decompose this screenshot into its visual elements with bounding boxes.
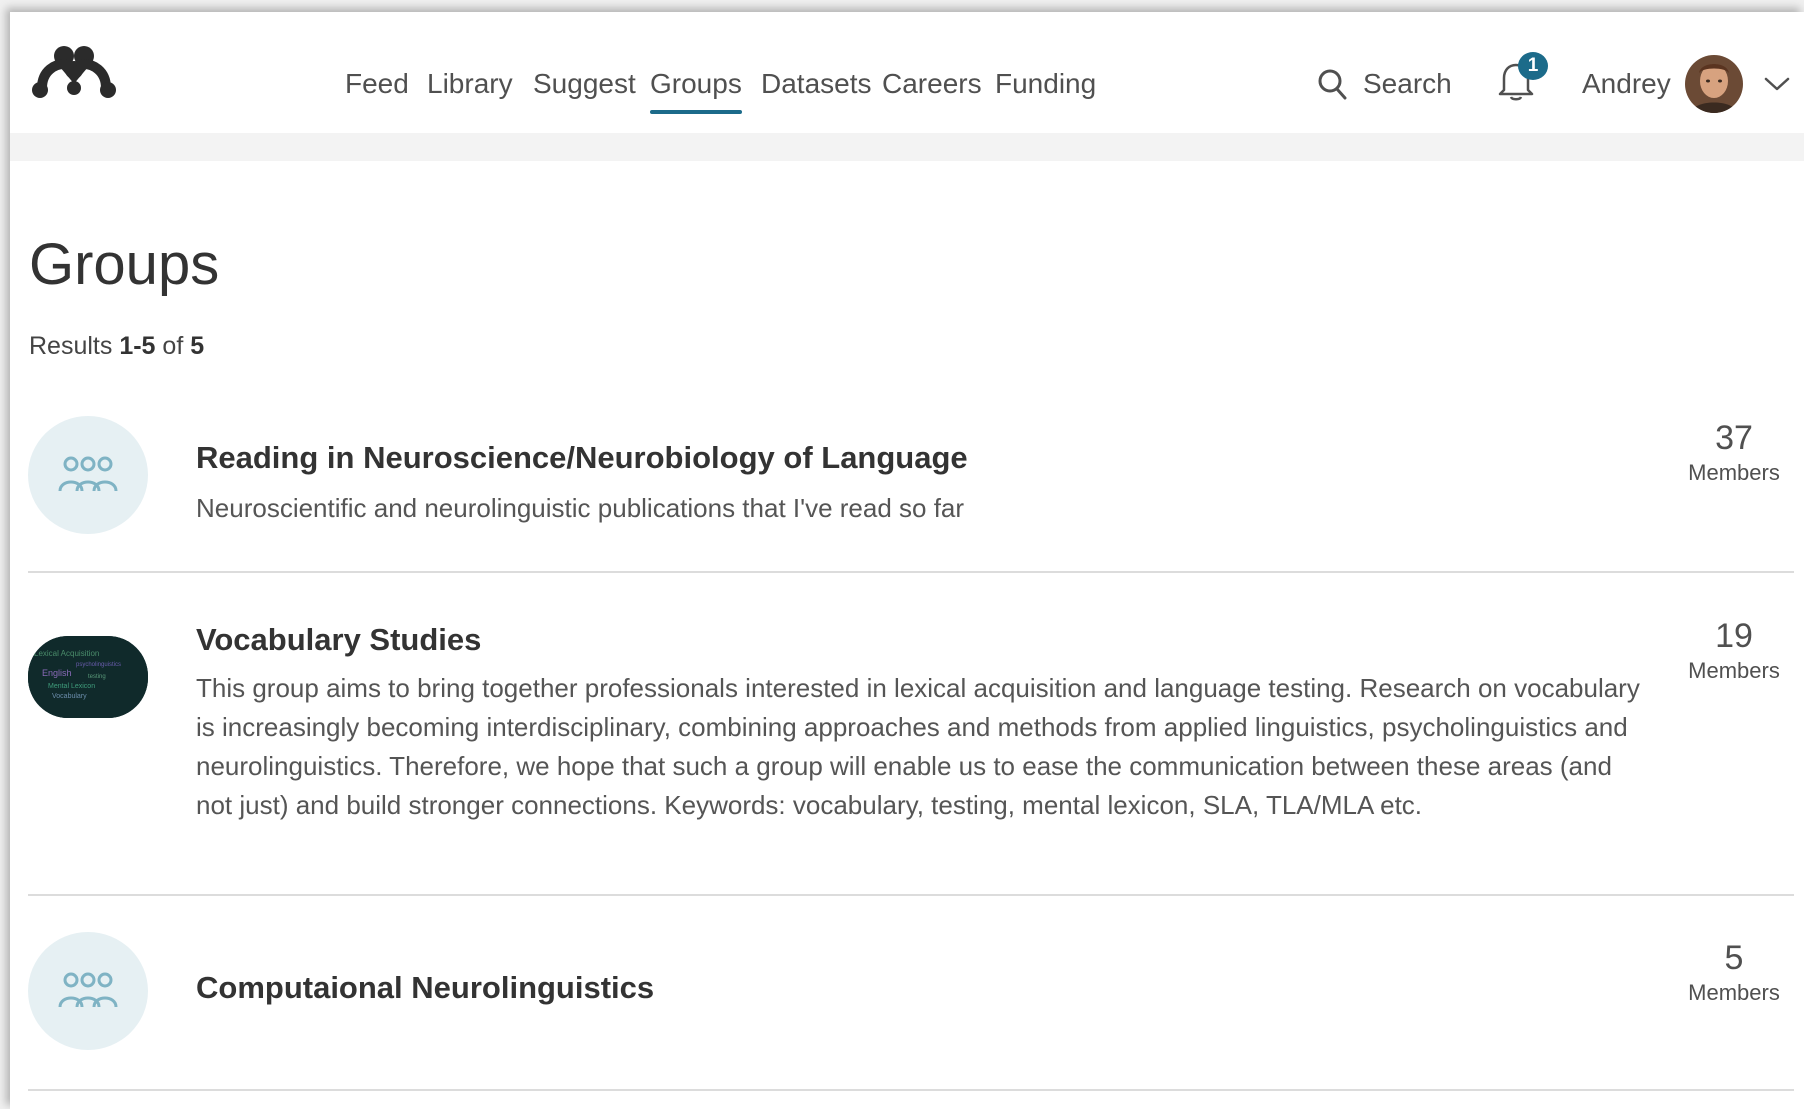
results-total: 5 [190,332,205,360]
search-icon [1318,69,1347,100]
nav-datasets[interactable]: Datasets [761,64,872,104]
members-count: 5 [1724,939,1744,977]
nav-library[interactable]: Library [427,64,513,104]
nav-groups-label: Groups [650,68,742,99]
notification-count-badge: 1 [1518,52,1548,80]
nav-feed[interactable]: Feed [345,64,409,104]
group-members: 19 Members [1674,616,1794,686]
active-tab-indicator [650,110,742,114]
group-list-item[interactable]: Lexical Acquisition psycholinguistics En… [28,612,1794,892]
group-list-item[interactable]: Computaional Neurolinguistics 5 Members [28,932,1794,1072]
page-title: Groups [29,232,220,297]
svg-text:English: English [42,668,72,678]
results-count: Results 1-5 of 5 [29,332,204,361]
svg-text:Vocabulary: Vocabulary [52,693,87,700]
group-title[interactable]: Computaional Neurolinguistics [196,970,654,1006]
app-window: Feed Library Suggest Groups Datasets Car… [10,12,1804,1109]
search-button[interactable]: Search [1317,64,1452,104]
group-list-item[interactable]: Reading in Neuroscience/Neurobiology of … [28,416,1794,576]
group-members: 37 Members [1674,418,1794,488]
group-description: Neuroscientific and neurolinguistic publ… [196,493,965,523]
group-description: This group aims to bring together profes… [196,673,1640,820]
word-cloud-image: Lexical Acquisition psycholinguistics En… [28,636,148,718]
results-range: 1-5 [119,332,156,360]
group-people-icon [28,416,148,534]
top-navigation: Feed Library Suggest Groups Datasets Car… [10,12,1804,133]
chevron-down-icon[interactable] [1762,74,1792,94]
user-name[interactable]: Andrey [1582,64,1671,104]
svg-text:testing: testing [88,674,106,680]
nav-funding[interactable]: Funding [995,64,1096,104]
nav-subbar [10,133,1804,161]
members-label: Members [1688,980,1780,1005]
group-title[interactable]: Vocabulary Studies [196,622,481,658]
svg-text:psycholinguistics: psycholinguistics [76,662,121,668]
mendeley-logo-icon[interactable] [28,40,120,100]
members-label: Members [1688,460,1780,485]
group-people-icon [28,932,148,1050]
members-count: 37 [1715,419,1753,457]
search-label: Search [1363,68,1452,99]
group-divider [28,894,1794,896]
svg-text:Lexical Acquisition: Lexical Acquisition [34,649,99,658]
nav-suggest[interactable]: Suggest [533,64,636,104]
svg-text:Mental Lexicon: Mental Lexicon [48,683,95,690]
members-label: Members [1688,658,1780,683]
user-avatar[interactable] [1685,55,1743,113]
results-of: of [162,332,184,360]
group-divider [28,1089,1794,1091]
group-title[interactable]: Reading in Neuroscience/Neurobiology of … [196,440,968,476]
nav-careers[interactable]: Careers [882,64,982,104]
members-count: 19 [1715,617,1753,655]
group-members: 5 Members [1674,938,1794,1008]
group-divider [28,571,1794,573]
nav-groups[interactable]: Groups [650,64,742,114]
results-prefix: Results [29,332,113,360]
